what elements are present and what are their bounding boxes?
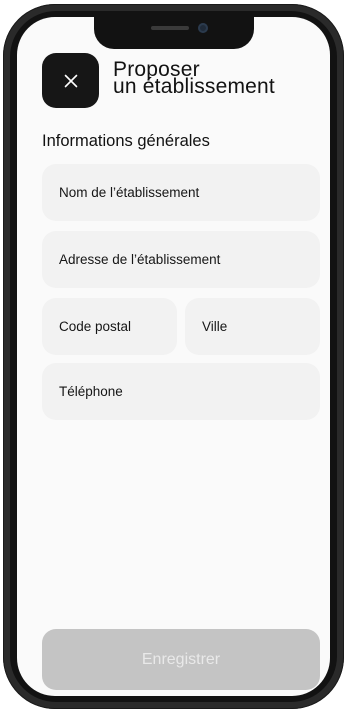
speaker-grille	[151, 26, 189, 30]
city-field[interactable]: Ville	[185, 298, 320, 355]
establishment-name-placeholder: Nom de l’établissement	[59, 185, 200, 200]
postal-code-placeholder: Code postal	[59, 319, 132, 334]
phone-placeholder: Téléphone	[59, 384, 123, 399]
close-icon	[64, 74, 78, 88]
close-button[interactable]	[42, 53, 99, 108]
camera-icon	[198, 23, 208, 33]
postal-code-field[interactable]: Code postal	[42, 298, 177, 355]
page-title: Proposer un établissement	[113, 59, 275, 98]
establishment-address-field[interactable]: Adresse de l’établissement	[42, 231, 320, 288]
save-button-label: Enregistrer	[141, 650, 221, 668]
app-screen: Proposer un établissement Informations g…	[17, 17, 330, 696]
establishment-name-field[interactable]: Nom de l’établissement	[42, 164, 320, 221]
phone-notch	[94, 17, 254, 49]
phone-frame: Proposer un établissement Informations g…	[3, 4, 344, 709]
save-button[interactable]: Enregistrer	[42, 629, 320, 690]
page-title-line-2: un établissement	[113, 75, 275, 98]
city-placeholder: Ville	[202, 319, 228, 334]
establishment-address-placeholder: Adresse de l’établissement	[59, 252, 221, 267]
section-title-general-info: Informations générales	[42, 132, 210, 150]
phone-field[interactable]: Téléphone	[42, 363, 320, 420]
